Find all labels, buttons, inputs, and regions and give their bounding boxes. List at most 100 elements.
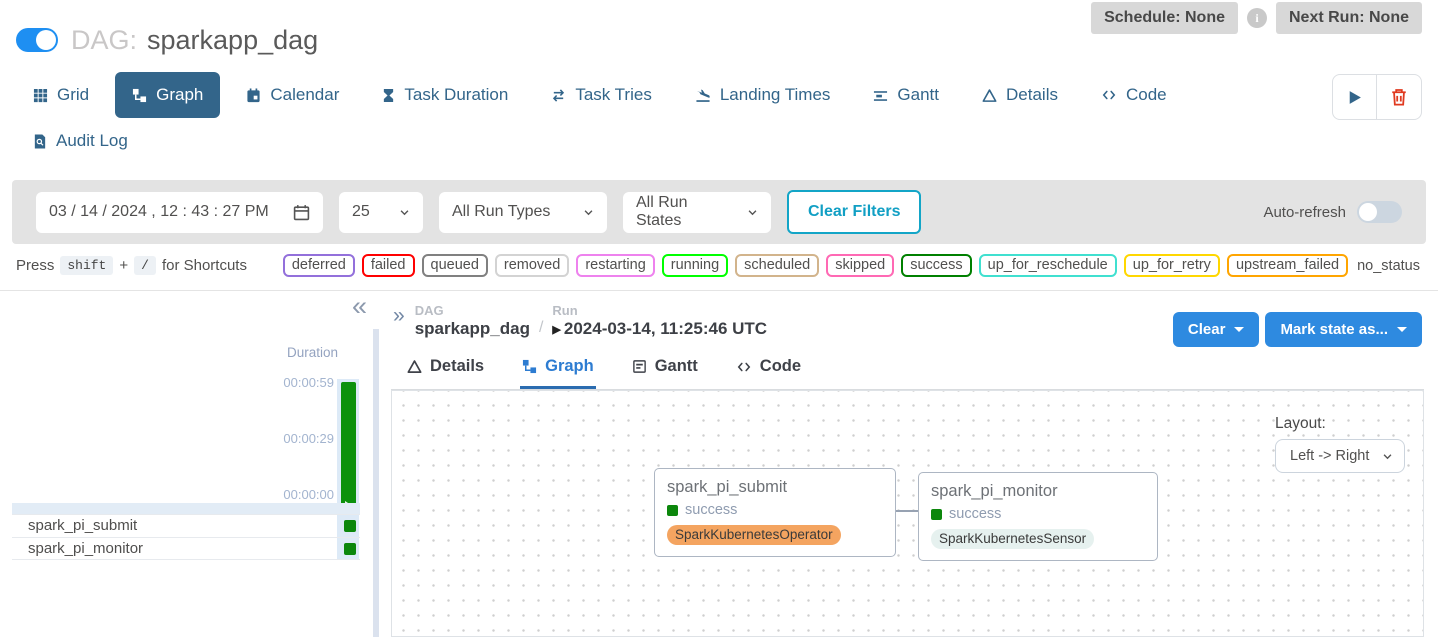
auto-refresh-control: Auto-refresh bbox=[1263, 201, 1402, 223]
caret-down-icon bbox=[1397, 327, 1407, 332]
header-badges: Schedule: None i Next Run: None bbox=[1091, 2, 1422, 34]
tab-landing-times[interactable]: Landing Times bbox=[678, 72, 848, 118]
run-tab-label: Graph bbox=[545, 357, 594, 376]
tab-audit-log[interactable]: Audit Log bbox=[16, 118, 145, 164]
state-badge-queued[interactable]: queued bbox=[422, 254, 488, 277]
trigger-dag-button[interactable] bbox=[1333, 75, 1377, 119]
layout-control: Layout: Left -> Right bbox=[1275, 415, 1405, 473]
run-types-value: All Run Types bbox=[452, 203, 550, 221]
tab-grid[interactable]: Grid bbox=[16, 72, 106, 118]
nav-row-2: Audit Log bbox=[16, 118, 1422, 164]
state-badge-up-for-reschedule[interactable]: up_for_reschedule bbox=[979, 254, 1117, 277]
run-tab-details[interactable]: Details bbox=[405, 351, 486, 389]
shortcut-text: + bbox=[119, 257, 128, 274]
tab-label: Landing Times bbox=[720, 85, 831, 105]
code-icon bbox=[1101, 88, 1117, 102]
expand-breadcrumb-icon[interactable]: » bbox=[393, 305, 405, 326]
state-badge-upstream-failed[interactable]: upstream_failed bbox=[1227, 254, 1348, 277]
layout-select[interactable]: Left -> Right bbox=[1275, 439, 1405, 473]
task-instance-square[interactable] bbox=[344, 543, 356, 555]
node-title: spark_pi_monitor bbox=[931, 482, 1145, 501]
task-instance-square[interactable] bbox=[344, 520, 356, 532]
run-tab-label: Gantt bbox=[655, 357, 698, 376]
run-timestamp: 2024-03-14, 11:25:46 UTC bbox=[564, 319, 767, 339]
tab-task-duration[interactable]: Task Duration bbox=[365, 72, 525, 118]
delete-dag-button[interactable] bbox=[1377, 75, 1421, 119]
run-tab-gantt[interactable]: Gantt bbox=[630, 351, 700, 389]
tab-graph[interactable]: Graph bbox=[115, 72, 220, 118]
play-icon bbox=[1346, 89, 1363, 106]
base-date-input[interactable]: 03 / 14 / 2024 , 12 : 43 : 27 PM bbox=[36, 192, 323, 233]
dag-nav: Grid Graph Calendar Task Duration Task T… bbox=[0, 64, 1438, 164]
layout-label: Layout: bbox=[1275, 415, 1405, 433]
dag-action-buttons bbox=[1332, 74, 1422, 120]
gantt-icon bbox=[873, 88, 888, 103]
run-tab-graph[interactable]: Graph bbox=[520, 351, 596, 389]
breadcrumb-dag-label: DAG bbox=[415, 303, 530, 318]
tab-details[interactable]: Details bbox=[965, 72, 1075, 118]
plane-landing-icon bbox=[695, 88, 711, 103]
legend-bar: Press shift + / for Shortcuts deferred f… bbox=[0, 244, 1438, 291]
page-size-select[interactable]: 25 bbox=[339, 192, 423, 233]
audit-log-icon bbox=[33, 134, 47, 149]
run-states-select[interactable]: All Run States bbox=[623, 192, 771, 233]
tab-gantt[interactable]: Gantt bbox=[856, 72, 956, 118]
layout-value: Left -> Right bbox=[1290, 448, 1369, 464]
calendar-icon bbox=[246, 88, 261, 103]
tab-label: Details bbox=[1006, 85, 1058, 105]
filter-bar: 03 / 14 / 2024 , 12 : 43 : 27 PM 25 All … bbox=[12, 180, 1426, 244]
tab-code[interactable]: Code bbox=[1084, 72, 1184, 118]
grid-icon bbox=[33, 88, 48, 103]
run-detail-panel: » DAG sparkapp_dag / Run ▶ 2024-03-14, 1… bbox=[379, 291, 1438, 637]
success-square-icon bbox=[931, 509, 942, 520]
calendar-picker-icon[interactable] bbox=[293, 204, 310, 221]
run-duration-bar[interactable] bbox=[341, 382, 356, 512]
graph-canvas[interactable]: Layout: Left -> Right spark_pi_submit su… bbox=[391, 390, 1424, 637]
clear-run-button[interactable]: Clear bbox=[1173, 312, 1260, 347]
duration-tick: 00:00:00 bbox=[283, 487, 334, 502]
state-badge-up-for-retry[interactable]: up_for_retry bbox=[1124, 254, 1220, 277]
state-badge-restarting[interactable]: restarting bbox=[576, 254, 654, 277]
collapse-sidebar-icon[interactable]: « bbox=[352, 293, 367, 320]
tab-label: Gantt bbox=[897, 85, 939, 105]
state-badge-deferred[interactable]: deferred bbox=[283, 254, 355, 277]
caret-down-icon bbox=[1234, 327, 1244, 332]
task-row[interactable]: spark_pi_submit bbox=[12, 515, 360, 538]
state-badge-running[interactable]: running bbox=[662, 254, 728, 277]
operator-badge: SparkKubernetesSensor bbox=[931, 529, 1094, 549]
chevron-down-icon bbox=[747, 207, 758, 218]
run-types-select[interactable]: All Run Types bbox=[439, 192, 607, 233]
clear-filters-button[interactable]: Clear Filters bbox=[787, 190, 921, 234]
breadcrumb-dag: DAG sparkapp_dag bbox=[415, 303, 530, 339]
breadcrumb-separator: / bbox=[539, 319, 543, 339]
state-badge-failed[interactable]: failed bbox=[362, 254, 415, 277]
triangle-icon bbox=[407, 359, 422, 374]
state-badge-removed[interactable]: removed bbox=[495, 254, 569, 277]
tab-calendar[interactable]: Calendar bbox=[229, 72, 356, 118]
state-badge-no-status: no_status bbox=[1355, 257, 1422, 275]
breadcrumb-run-value[interactable]: ▶ 2024-03-14, 11:25:46 UTC bbox=[552, 319, 767, 339]
info-icon[interactable]: i bbox=[1247, 8, 1267, 28]
dag-header: DAG: sparkapp_dag Schedule: None i Next … bbox=[0, 0, 1438, 64]
dag-pause-toggle[interactable] bbox=[16, 28, 58, 52]
tab-task-tries[interactable]: Task Tries bbox=[534, 72, 669, 118]
mark-state-button[interactable]: Mark state as... bbox=[1265, 312, 1422, 347]
task-row[interactable]: spark_pi_monitor bbox=[12, 538, 360, 561]
run-tab-code[interactable]: Code bbox=[734, 351, 803, 389]
state-badge-scheduled[interactable]: scheduled bbox=[735, 254, 819, 277]
dag-name: sparkapp_dag bbox=[147, 25, 318, 56]
mark-state-label: Mark state as... bbox=[1280, 321, 1388, 338]
run-state-icon: ▶ bbox=[552, 323, 560, 336]
nav-row-1: Grid Graph Calendar Task Duration Task T… bbox=[16, 72, 1422, 118]
tab-label: Grid bbox=[57, 85, 89, 105]
state-badge-success[interactable]: success bbox=[901, 254, 971, 277]
graph-node-spark-pi-monitor[interactable]: spark_pi_monitor success SparkKubernetes… bbox=[918, 472, 1158, 561]
breadcrumb-run-label: Run bbox=[552, 303, 767, 318]
page-size-value: 25 bbox=[352, 203, 370, 221]
graph-node-spark-pi-submit[interactable]: spark_pi_submit success SparkKubernetesO… bbox=[654, 468, 896, 557]
state-badge-skipped[interactable]: skipped bbox=[826, 254, 894, 277]
auto-refresh-toggle[interactable] bbox=[1357, 201, 1402, 223]
shift-key: shift bbox=[60, 256, 113, 275]
schedule-badge: Schedule: None bbox=[1091, 2, 1238, 34]
node-state-label: success bbox=[949, 506, 1001, 522]
